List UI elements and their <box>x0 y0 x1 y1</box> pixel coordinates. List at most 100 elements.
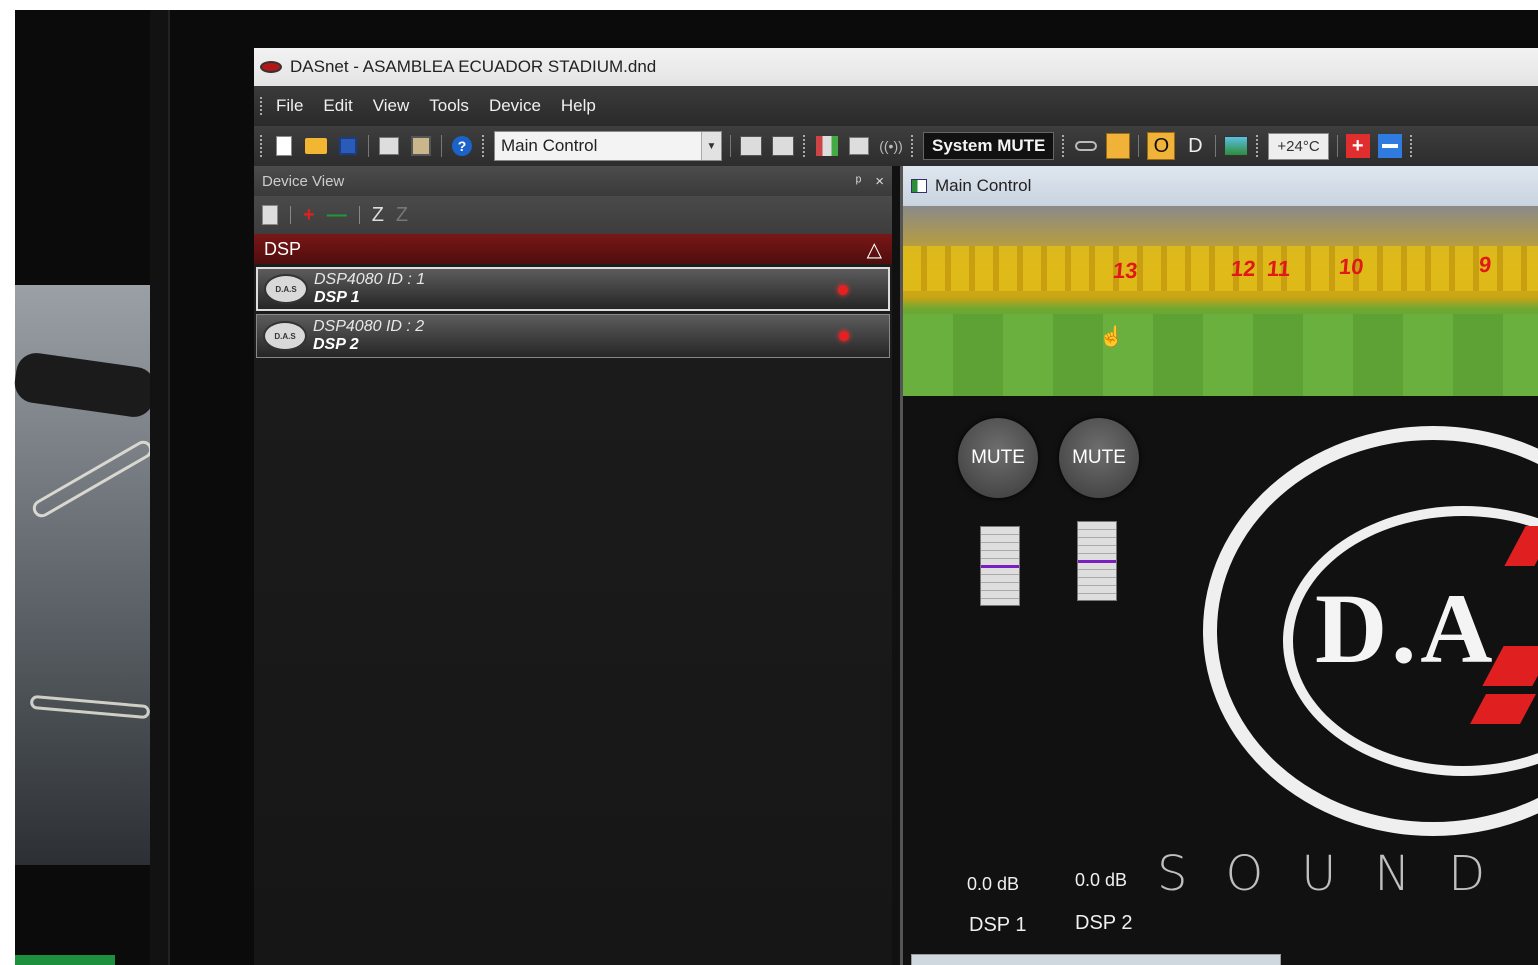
properties-icon[interactable] <box>262 205 278 225</box>
copy-config-button[interactable] <box>847 134 871 158</box>
toolbar-grip <box>1409 135 1414 157</box>
add-device-button[interactable]: + <box>303 204 315 227</box>
paste-button[interactable] <box>409 134 433 158</box>
plus-icon[interactable]: + <box>1345 134 1370 158</box>
channel-name-dsp1: DSP 1 <box>969 914 1027 936</box>
toolbar-grip <box>803 135 807 157</box>
new-button[interactable] <box>272 134 296 158</box>
toolbar-separator <box>1336 135 1338 157</box>
dsp-category-header[interactable]: DSP △ <box>254 234 892 264</box>
save-button[interactable] <box>336 134 360 158</box>
paste-icon <box>411 136 431 156</box>
toolbar-separator <box>441 135 442 157</box>
stadium-stands <box>903 246 1538 291</box>
thumbnail-strip[interactable] <box>911 954 1281 965</box>
grid-button-2[interactable] <box>771 134 795 158</box>
toolbar-grip <box>482 135 486 157</box>
stadium-map-image[interactable]: 13 12 11 10 9 ☝ <box>903 206 1538 396</box>
menu-tools[interactable]: Tools <box>429 96 469 116</box>
menu-view[interactable]: View <box>373 96 410 116</box>
device-name: DSP 1 <box>314 289 360 306</box>
temperature-display: +24°C <box>1268 132 1329 160</box>
help-button[interactable]: ? <box>450 134 474 158</box>
sort-az-button[interactable]: Z <box>372 204 384 227</box>
open-icon <box>305 138 327 154</box>
toolbar-grip <box>1062 135 1066 157</box>
toolbar-separator <box>1138 135 1140 157</box>
toolbar-separator <box>730 135 731 157</box>
open-button[interactable] <box>304 134 328 158</box>
zone-label-13[interactable]: 13 <box>1112 258 1139 284</box>
zone-label-9[interactable]: 9 <box>1478 252 1492 278</box>
das-logo-text: D.A <box>1315 573 1497 684</box>
main-control-tab[interactable]: Main Control <box>903 166 1538 206</box>
zone-label-11[interactable]: 11 <box>1266 256 1291 282</box>
close-icon[interactable]: × <box>875 173 884 190</box>
device-row-dsp1[interactable]: D.A.S DSP4080 ID : 1 DSP 1 <box>256 267 890 311</box>
category-label: DSP <box>264 238 302 259</box>
device-row-dsp2[interactable]: D.A.S DSP4080 ID : 2 DSP 2 <box>256 314 890 358</box>
toolbar: ? Main Control ▼ ((•)) System MUTE O D +… <box>254 126 1538 166</box>
device-view-toolbar: + — Z Z <box>254 196 892 234</box>
device-text: DSP4080 ID : 1 DSP 1 <box>314 271 425 307</box>
zone-label-12[interactable]: 12 <box>1230 256 1257 282</box>
device-model: DSP4080 ID : 1 <box>314 271 426 288</box>
main-control-label: Main Control <box>935 176 1032 195</box>
radio-icon: ((•)) <box>879 138 903 154</box>
d-button[interactable]: D <box>1183 132 1207 160</box>
status-led-icon <box>839 331 849 341</box>
network-icon <box>816 136 838 156</box>
o-button[interactable]: O <box>1147 132 1176 160</box>
system-mute-button[interactable]: System MUTE <box>923 132 1055 160</box>
device-name: DSP 2 <box>313 336 359 353</box>
device-view-header: Device View ᵖ × <box>254 166 892 196</box>
copy-button[interactable] <box>377 134 401 158</box>
toolbar-separator <box>368 135 369 157</box>
device-view-panel: Device View ᵖ × + — Z Z DSP △ D.A.S DSP4… <box>254 166 892 965</box>
lock-icon <box>1106 133 1131 159</box>
toolbar-grip <box>1256 135 1260 157</box>
menu-help[interactable]: Help <box>561 96 596 116</box>
das-logo-icon: D.A.S <box>263 321 307 351</box>
photo-edge <box>0 0 1538 10</box>
toolbar-grip <box>260 135 264 157</box>
new-icon <box>276 136 292 156</box>
link-icon <box>1075 141 1098 151</box>
toolbar-grip <box>911 135 915 157</box>
image-button[interactable] <box>1224 134 1249 158</box>
menu-edit[interactable]: Edit <box>323 96 352 116</box>
fader-dsp1[interactable] <box>980 526 1020 606</box>
network-button[interactable] <box>815 134 839 158</box>
radio-button[interactable]: ((•)) <box>879 134 903 158</box>
minus-icon[interactable] <box>1377 134 1402 158</box>
fader-dsp2[interactable] <box>1077 521 1117 601</box>
photo-edge <box>0 0 15 965</box>
menu-device[interactable]: Device <box>489 96 541 116</box>
green-object <box>15 955 115 965</box>
menu-bar: File Edit View Tools Device Help <box>254 86 1538 126</box>
copy-icon <box>379 137 399 155</box>
stadium-field <box>903 314 1538 396</box>
toolbar-separator <box>358 206 360 224</box>
pin-icon[interactable]: ᵖ <box>856 173 862 190</box>
grid-button[interactable] <box>739 134 763 158</box>
hand-cursor-icon: ☝ <box>1099 326 1124 348</box>
fader-level-marker <box>981 565 1019 568</box>
title-bar: DASnet - ASAMBLEA ECUADOR STADIUM.dnd <box>254 48 1538 86</box>
lock-button[interactable] <box>1106 133 1131 159</box>
zone-label-10[interactable]: 10 <box>1338 254 1365 280</box>
fader-level-marker <box>1078 560 1116 563</box>
chevron-down-icon[interactable]: ▼ <box>701 132 721 160</box>
remove-device-button[interactable]: — <box>327 204 347 227</box>
link-button[interactable] <box>1074 134 1098 158</box>
collapse-icon[interactable]: △ <box>867 237 882 262</box>
panel-controls: ᵖ × <box>856 173 884 190</box>
save-icon <box>339 137 357 155</box>
view-select[interactable]: Main Control ▼ <box>494 131 722 161</box>
sort-za-button[interactable]: Z <box>396 204 408 227</box>
menu-file[interactable]: File <box>276 96 303 116</box>
copy-icon <box>849 137 869 155</box>
mute-button-dsp2[interactable]: MUTE <box>1059 418 1139 498</box>
mute-button-dsp1[interactable]: MUTE <box>958 418 1038 498</box>
level-readout-dsp2: 0.0 dB <box>1075 870 1128 890</box>
